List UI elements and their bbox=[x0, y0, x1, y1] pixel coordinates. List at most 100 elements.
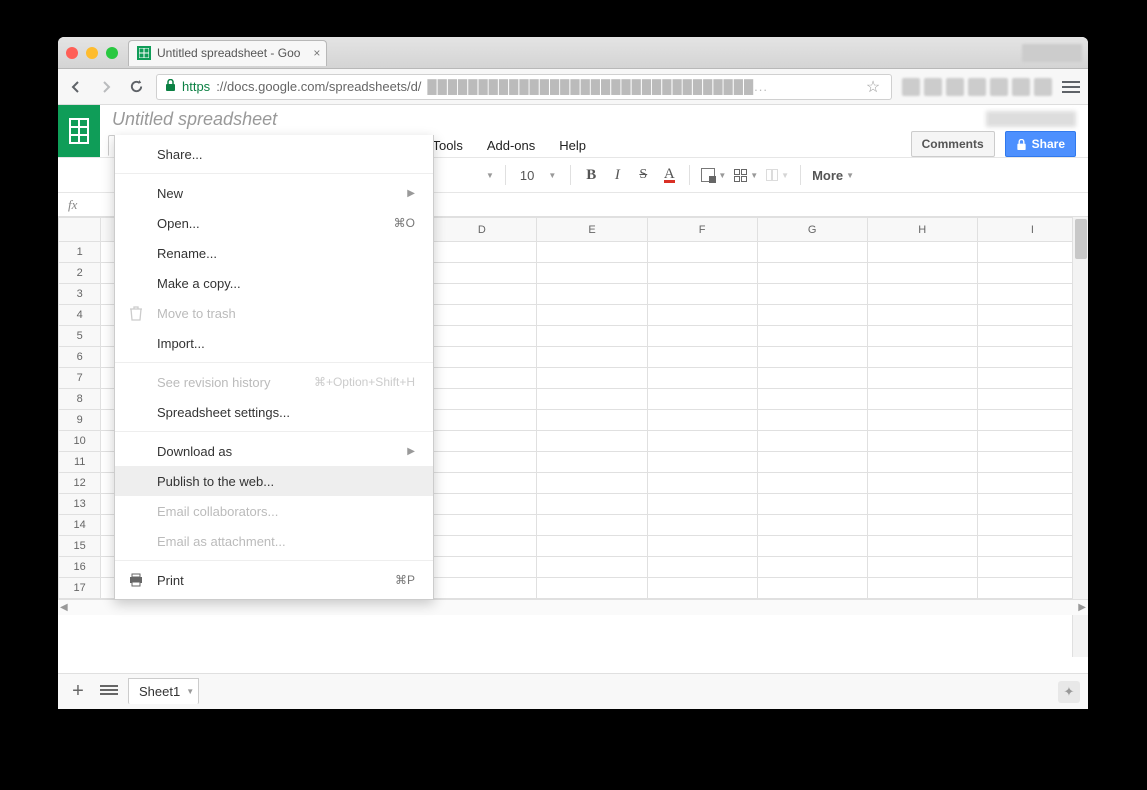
cell[interactable] bbox=[647, 410, 757, 431]
cell[interactable] bbox=[537, 557, 647, 578]
browser-tab[interactable]: Untitled spreadsheet - Goo × bbox=[128, 40, 327, 66]
cell[interactable] bbox=[757, 389, 867, 410]
cell[interactable] bbox=[647, 452, 757, 473]
close-window-button[interactable] bbox=[66, 47, 78, 59]
row-header[interactable]: 12 bbox=[59, 473, 101, 494]
cell[interactable] bbox=[647, 536, 757, 557]
cell[interactable] bbox=[977, 410, 1087, 431]
cell[interactable] bbox=[867, 557, 977, 578]
row-header[interactable]: 15 bbox=[59, 536, 101, 557]
add-sheet-button[interactable]: + bbox=[66, 680, 90, 703]
maximize-window-button[interactable] bbox=[106, 47, 118, 59]
row-header[interactable]: 6 bbox=[59, 347, 101, 368]
row-header[interactable]: 17 bbox=[59, 578, 101, 599]
reload-button[interactable] bbox=[126, 77, 146, 97]
extension-icon[interactable] bbox=[946, 78, 964, 96]
cell[interactable] bbox=[647, 431, 757, 452]
cell[interactable] bbox=[537, 368, 647, 389]
cell[interactable] bbox=[977, 473, 1087, 494]
cell[interactable] bbox=[977, 242, 1087, 263]
cell[interactable] bbox=[867, 431, 977, 452]
extension-icon[interactable] bbox=[990, 78, 1008, 96]
cell[interactable] bbox=[867, 347, 977, 368]
fill-color-button[interactable]: ▼ bbox=[698, 163, 729, 187]
cell[interactable] bbox=[977, 263, 1087, 284]
cell[interactable] bbox=[537, 473, 647, 494]
menu-addons[interactable]: Add-ons bbox=[485, 136, 537, 155]
cell[interactable] bbox=[757, 452, 867, 473]
extension-icon[interactable] bbox=[902, 78, 920, 96]
menu-help[interactable]: Help bbox=[557, 136, 588, 155]
cell[interactable] bbox=[757, 368, 867, 389]
cell[interactable] bbox=[427, 326, 537, 347]
cell[interactable] bbox=[757, 242, 867, 263]
cell[interactable] bbox=[537, 494, 647, 515]
cell[interactable] bbox=[537, 242, 647, 263]
vertical-scrollbar[interactable] bbox=[1072, 217, 1088, 657]
cell[interactable] bbox=[757, 410, 867, 431]
row-header[interactable]: 4 bbox=[59, 305, 101, 326]
address-bar[interactable]: https://docs.google.com/spreadsheets/d/█… bbox=[156, 74, 892, 100]
menu-item-spreadsheet-settings[interactable]: Spreadsheet settings... bbox=[115, 397, 433, 427]
cell[interactable] bbox=[867, 242, 977, 263]
row-header[interactable]: 2 bbox=[59, 263, 101, 284]
caret-down-icon[interactable]: ▼ bbox=[186, 687, 194, 696]
forward-button[interactable] bbox=[96, 77, 116, 97]
row-header[interactable]: 11 bbox=[59, 452, 101, 473]
extension-icon[interactable] bbox=[924, 78, 942, 96]
cell[interactable] bbox=[537, 284, 647, 305]
cell[interactable] bbox=[427, 368, 537, 389]
cell[interactable] bbox=[427, 515, 537, 536]
cell[interactable] bbox=[427, 305, 537, 326]
cell[interactable] bbox=[647, 389, 757, 410]
scroll-right-icon[interactable]: ▶ bbox=[1078, 602, 1086, 613]
cell[interactable] bbox=[977, 284, 1087, 305]
cell[interactable] bbox=[977, 578, 1087, 599]
font-picker[interactable]: ▼ bbox=[440, 163, 497, 187]
cell[interactable] bbox=[757, 263, 867, 284]
cell[interactable] bbox=[427, 557, 537, 578]
cell[interactable] bbox=[427, 284, 537, 305]
row-header[interactable]: 5 bbox=[59, 326, 101, 347]
cell[interactable] bbox=[977, 368, 1087, 389]
browser-menu-icon[interactable] bbox=[1062, 81, 1080, 93]
cell[interactable] bbox=[427, 263, 537, 284]
sheets-logo-icon[interactable] bbox=[58, 105, 100, 157]
cell[interactable] bbox=[647, 347, 757, 368]
cell[interactable] bbox=[647, 326, 757, 347]
row-header[interactable]: 14 bbox=[59, 515, 101, 536]
cell[interactable] bbox=[537, 347, 647, 368]
column-header[interactable]: G bbox=[757, 218, 867, 242]
share-button[interactable]: Share bbox=[1005, 131, 1076, 157]
row-header[interactable]: 7 bbox=[59, 368, 101, 389]
cell[interactable] bbox=[757, 557, 867, 578]
cell[interactable] bbox=[537, 410, 647, 431]
menu-item-print[interactable]: Print⌘P bbox=[115, 565, 433, 595]
all-sheets-button[interactable] bbox=[100, 685, 118, 699]
row-header[interactable]: 1 bbox=[59, 242, 101, 263]
row-header[interactable]: 10 bbox=[59, 431, 101, 452]
cell[interactable] bbox=[537, 452, 647, 473]
merge-button[interactable]: ▼ bbox=[763, 163, 792, 187]
cell[interactable] bbox=[867, 389, 977, 410]
extension-icon[interactable] bbox=[1034, 78, 1052, 96]
cell[interactable] bbox=[427, 536, 537, 557]
cell[interactable] bbox=[647, 494, 757, 515]
bold-button[interactable]: B bbox=[579, 163, 603, 187]
column-header[interactable]: I bbox=[977, 218, 1087, 242]
cell[interactable] bbox=[647, 557, 757, 578]
cell[interactable] bbox=[757, 284, 867, 305]
cell[interactable] bbox=[867, 452, 977, 473]
cell[interactable] bbox=[757, 431, 867, 452]
cell[interactable] bbox=[867, 536, 977, 557]
menu-item-open[interactable]: Open...⌘O bbox=[115, 208, 433, 238]
column-header[interactable]: D bbox=[427, 218, 537, 242]
cell[interactable] bbox=[977, 347, 1087, 368]
menu-item-new[interactable]: New▶ bbox=[115, 178, 433, 208]
cell[interactable] bbox=[537, 305, 647, 326]
more-button[interactable]: More▼ bbox=[809, 163, 857, 187]
column-header[interactable]: H bbox=[867, 218, 977, 242]
cell[interactable] bbox=[977, 452, 1087, 473]
cell[interactable] bbox=[867, 368, 977, 389]
cell[interactable] bbox=[977, 494, 1087, 515]
